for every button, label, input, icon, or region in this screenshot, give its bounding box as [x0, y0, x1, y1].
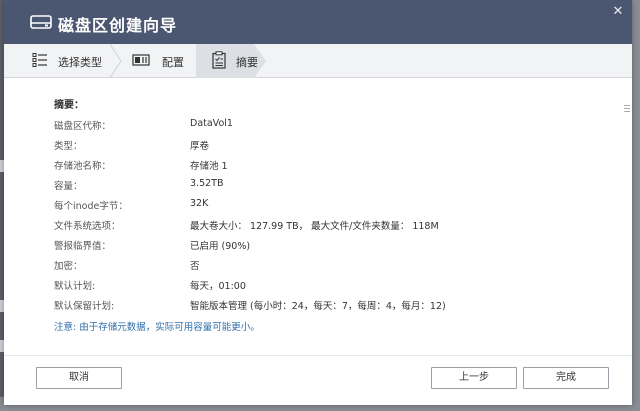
- wizard-steps: 选择类型 配置 摘要: [4, 44, 632, 112]
- dialog-title: 磁盘区创建向导: [58, 16, 178, 35]
- background-app-edge: [632, 0, 640, 411]
- summary-row: 警报临界值： 已启用 (90%): [4, 238, 632, 258]
- disk-drive-icon: [30, 15, 52, 29]
- summary-value: 厚卷: [190, 141, 210, 152]
- summary-key: 默认保留计划:: [54, 301, 115, 312]
- summary-key: 加密：: [54, 261, 83, 272]
- summary-value: DataVol1: [190, 118, 233, 129]
- summary-key: 存储池名称：: [54, 161, 112, 172]
- step-label: 选择类型: [58, 56, 102, 69]
- summary-row: 文件系统选项： 最大卷大小： 127.99 TB， 最大文件/文件夹数量： 11…: [4, 218, 632, 238]
- summary-key: 磁盘区代称：: [54, 121, 112, 132]
- summary-value: 已启用 (90%): [190, 241, 251, 252]
- summary-key: 容量：: [54, 181, 83, 192]
- summary-row: 默认计划: 每天，01:00: [4, 278, 632, 298]
- step-configure: 配置: [122, 44, 196, 78]
- summary-key: 类型：: [54, 141, 83, 152]
- summary-heading: 摘要：: [54, 100, 84, 111]
- summary-value: 否: [190, 261, 200, 272]
- step-separator: [110, 44, 122, 78]
- summary-row: 加密： 否: [4, 258, 632, 278]
- summary-key: 文件系统选项：: [54, 221, 121, 232]
- summary-value: 智能版本管理 (每小时：24，每天：7，每周：4，每月：12): [190, 301, 446, 312]
- close-button[interactable]: ✕: [610, 4, 626, 20]
- step-label: 摘要: [236, 56, 258, 69]
- step-label: 配置: [162, 56, 184, 69]
- clipboard-icon: [212, 51, 226, 69]
- summary-value: 最大卷大小： 127.99 TB， 最大文件/文件夹数量： 118M: [190, 221, 439, 232]
- list-icon: [32, 53, 47, 67]
- summary-value: 每天，01:00: [190, 281, 246, 292]
- summary-key: 每个inode字节：: [54, 201, 128, 212]
- back-button[interactable]: 上一步: [431, 367, 517, 389]
- footer-divider: [4, 355, 632, 356]
- summary-row: 磁盘区代称： DataVol1: [4, 118, 632, 138]
- volume-wizard-dialog: 磁盘区创建向导 ✕ 选择类型 配置 摘要 摘要： 磁盘区代称： DataVol1…: [4, 0, 632, 405]
- summary-row: 存储池名称： 存储池 1: [4, 158, 632, 178]
- capacity-note: 注意: 由于存储元数据，实际可用容量可能更小。: [54, 322, 260, 333]
- step-summary: 摘要: [196, 44, 266, 78]
- summary-key: 默认计划:: [54, 281, 96, 292]
- finish-button[interactable]: 完成: [523, 367, 609, 389]
- summary-panel: 摘要： 磁盘区代称： DataVol1 类型： 厚卷 存储池名称： 存储池 1 …: [4, 78, 632, 348]
- summary-row: 容量： 3.52TB: [4, 178, 632, 198]
- cancel-button[interactable]: 取消: [36, 367, 122, 389]
- dialog-titlebar: 磁盘区创建向导 ✕: [4, 0, 632, 44]
- step-select-type: 选择类型: [4, 44, 104, 78]
- summary-row: 类型： 厚卷: [4, 138, 632, 158]
- summary-value: 存储池 1: [190, 161, 228, 172]
- summary-value: 32K: [190, 198, 209, 209]
- summary-value: 3.52TB: [190, 178, 224, 189]
- summary-row: 每个inode字节： 32K: [4, 198, 632, 218]
- disk-config-icon: [132, 54, 150, 66]
- summary-key: 警报临界值：: [54, 241, 112, 252]
- summary-row: 默认保留计划: 智能版本管理 (每小时：24，每天：7，每周：4，每月：12): [4, 298, 632, 318]
